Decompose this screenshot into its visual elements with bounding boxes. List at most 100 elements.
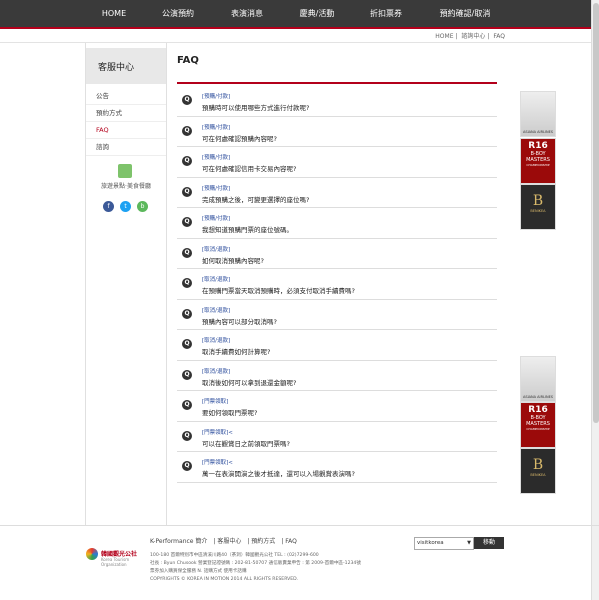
faq-question[interactable]: 可在何處確認預購內容呢? — [202, 133, 277, 143]
nav-booking-confirm[interactable]: 預約確認/取消 — [414, 0, 516, 27]
faq-question[interactable]: 萬一在表演開演之後才抵達，還可以入場觀賞表演嗎? — [202, 468, 355, 478]
ad-benikea-label-2: BENIKEA — [530, 473, 546, 477]
ad-benikea-label: BENIKEA — [530, 209, 546, 213]
question-icon: Q — [182, 156, 192, 166]
faq-question[interactable]: 預購時可以使用哪些方式進行付款呢? — [202, 102, 309, 112]
ad-bboy-r16: R16 — [528, 141, 548, 151]
twitter-icon[interactable]: t — [120, 201, 131, 212]
ad-asiana-top[interactable]: ASIANA AIRLINES — [520, 91, 556, 137]
footer-address: 100-180 首爾特別市中區清溪川路40（茶洞）韓國觀光公社 TEL : (0… — [150, 552, 450, 584]
sidebar-menu: 公告 預約方式 FAQ 諮詢 — [86, 88, 166, 156]
faq-question[interactable]: 完成預購之後，可變更選擇的座位嗎? — [202, 194, 309, 204]
breadcrumb-faq: FAQ — [493, 33, 505, 40]
question-icon: Q — [182, 339, 192, 349]
nav-show-news[interactable]: 表演消息 — [218, 0, 276, 27]
faq-item[interactable]: Q [門票領取] 要如何領取門票呢? — [177, 391, 497, 422]
map-link-label[interactable]: 旅遊景點·美食餐廳 — [86, 181, 166, 190]
go-button[interactable]: 移動 — [474, 537, 504, 549]
faq-question[interactable]: 我想知道預購門票的座位號碼。 — [202, 224, 293, 234]
sidebar-item-inquiry[interactable]: 諮詢 — [86, 139, 166, 156]
facebook-icon[interactable]: f — [103, 201, 114, 212]
faq-item[interactable]: Q [預購/付款] 我想知道預購門票的座位號碼。 — [177, 208, 497, 239]
question-icon: Q — [182, 217, 192, 227]
page-title: FAQ — [177, 55, 199, 66]
faq-category: [預購/付款] — [202, 94, 231, 100]
page-scrollbar[interactable] — [591, 0, 599, 600]
faq-category: [門票領取]< — [202, 429, 233, 436]
faq-category: [預購/付款] — [202, 185, 231, 192]
faq-question[interactable]: 取消手續費如何計算呢? — [202, 346, 270, 356]
faq-item[interactable]: Q [取消/退款] 如何取消預購內容呢? — [177, 239, 497, 269]
faq-item[interactable]: Q [取消/退款] 取消手續費如何計算呢? — [177, 330, 497, 361]
blog-icon[interactable]: b — [137, 201, 148, 212]
question-icon: Q — [182, 278, 192, 288]
site-select[interactable]: visitkorea ▼ — [414, 537, 474, 550]
faq-question[interactable]: 取消後如何可以拿到退還金額呢? — [202, 377, 296, 387]
ad-airline-label-2: ASIANA AIRLINES — [522, 395, 554, 399]
faq-category: [取消/退款] — [202, 307, 231, 314]
ad-bboy-bottom[interactable]: R16 B-BOY MASTERS CHAMPIONSHIP — [520, 402, 556, 448]
faq-item[interactable]: Q [預購/付款] 可在何處確認預購內容呢? — [177, 117, 497, 147]
faq-item[interactable]: Q [取消/退款] 取消後如何可以拿到退還金額呢? — [177, 361, 497, 391]
faq-item[interactable]: Q [預購/付款] 完成預購之後，可變更選擇的座位嗎? — [177, 178, 497, 208]
kto-logo-sub: Korea Tourism Organization — [101, 557, 130, 567]
ad-airline-label: ASIANA AIRLINES — [522, 130, 554, 134]
nav-accent-bar — [0, 27, 599, 29]
faq-list: Q [預購/付款] 預購時可以使用哪些方式進行付款呢? Q [預購/付款] 可在何處確認預… — [177, 86, 497, 483]
ad-bboy-top[interactable]: R16 B-BOY MASTERS CHAMPIONSHIP — [520, 138, 556, 184]
faq-question[interactable]: 要如何領取門票呢? — [202, 407, 257, 417]
nav-home[interactable]: HOME — [90, 0, 138, 27]
benikea-logo-icon: B — [532, 193, 544, 209]
footer-links: K-Performance 簡介 | 客服中心 | 預約方式 | FAQ — [150, 538, 297, 545]
sidebar-heading-text: 客服中心 — [98, 63, 135, 73]
faq-category: [取消/退款] — [202, 246, 231, 253]
footer-copyright: COPYRIGHTS © KOREA IN MOTION 2014 ALL RI… — [150, 577, 299, 582]
faq-question[interactable]: 預購內容可以部分取消嗎? — [202, 316, 277, 326]
breadcrumb-home[interactable]: HOME — [435, 33, 453, 40]
faq-category: [取消/退款] — [202, 338, 231, 344]
nav-discount-tickets[interactable]: 折扣票券 — [358, 0, 414, 27]
ad-bboy-line3-2: CHAMPIONSHIP — [526, 427, 550, 431]
sidebar-item-booking-method[interactable]: 預約方式 — [86, 105, 166, 122]
question-icon: Q — [182, 461, 192, 471]
footer-link-service[interactable]: 客服中心 — [217, 538, 241, 545]
map-pin-icon[interactable] — [118, 164, 132, 178]
kto-logo: 韓國觀光公社 Korea Tourism Organization — [86, 548, 146, 567]
benikea-logo-icon-2: B — [532, 457, 544, 473]
faq-item[interactable]: Q [門票領取]< 可以在觀賞日之前領取門票嗎? — [177, 422, 497, 452]
faq-question[interactable]: 在預購門票當天取消預購時，必須支付取消手續費嗎? — [202, 285, 355, 295]
faq-item[interactable]: Q [取消/退款] 預購內容可以部分取消嗎? — [177, 300, 497, 330]
scrollbar-thumb[interactable] — [593, 3, 599, 423]
faq-category: [取消/退款] — [202, 368, 231, 375]
footer-link-faq[interactable]: FAQ — [285, 538, 297, 545]
question-icon: Q — [182, 125, 192, 136]
faq-item[interactable]: Q [預購/付款] 預購時可以使用哪些方式進行付款呢? — [177, 86, 497, 117]
question-icon: Q — [182, 400, 192, 410]
breadcrumb-consult[interactable]: 諮詢中心 — [461, 33, 485, 40]
nav-performance-booking[interactable]: 公演預約 — [138, 0, 218, 27]
question-icon: Q — [182, 186, 192, 197]
footer-address-line: 100-180 首爾特別市中區清溪川路40（茶洞）韓國觀光公社 TEL : (0… — [150, 553, 319, 558]
sidebar: 客服中心 公告 預約方式 FAQ 諮詢 旅遊景點·美食餐廳 f t b — [85, 43, 167, 526]
footer-address-line: 票券加入購買保全服務 N. 話購方式 使用卡話購 — [150, 569, 247, 574]
faq-item[interactable]: Q [取消/退款] 在預購門票當天取消預購時，必須支付取消手續費嗎? — [177, 269, 497, 300]
kto-logo-icon — [86, 548, 98, 560]
ad-asiana-bottom[interactable]: ASIANA AIRLINES — [520, 356, 556, 402]
faq-category: [預購/付款] — [202, 155, 231, 161]
ad-benikea-bottom[interactable]: B BENIKEA — [520, 448, 556, 494]
sidebar-item-faq[interactable]: FAQ — [86, 122, 166, 139]
footer-divider — [0, 525, 599, 526]
sidebar-item-notice[interactable]: 公告 — [86, 88, 166, 105]
faq-item[interactable]: Q [預購/付款] 可在何處確認信用卡交易內容呢? — [177, 147, 497, 178]
footer-link-about[interactable]: K-Performance 簡介 — [150, 538, 207, 545]
faq-question[interactable]: 可以在觀賞日之前領取門票嗎? — [202, 438, 290, 448]
sidebar-heading: 客服中心 — [86, 48, 166, 84]
question-icon: Q — [182, 369, 192, 380]
nav-festival-events[interactable]: 慶典/活動 — [276, 0, 358, 27]
footer-link-booking[interactable]: 預約方式 — [251, 538, 275, 545]
faq-item[interactable]: Q [門票領取]< 萬一在表演開演之後才抵達，還可以入場觀賞表演嗎? — [177, 452, 497, 483]
faq-question[interactable]: 如何取消預購內容呢? — [202, 255, 264, 265]
faq-question[interactable]: 可在何處確認信用卡交易內容呢? — [202, 163, 296, 173]
question-icon: Q — [182, 430, 192, 441]
ad-benikea-top[interactable]: B BENIKEA — [520, 184, 556, 230]
